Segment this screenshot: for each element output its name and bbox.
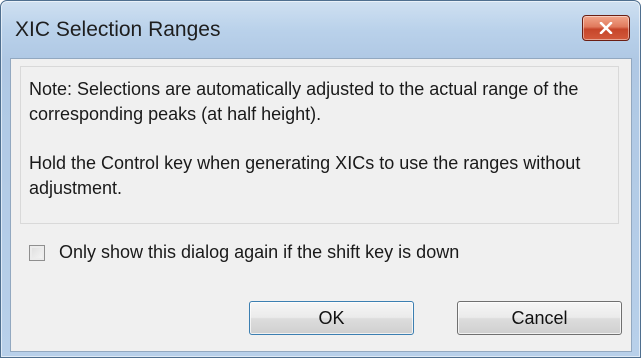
window-title: XIC Selection Ranges xyxy=(15,18,221,41)
dialog-content: Note: Selections are automatically adjus… xyxy=(10,58,632,352)
note-text-selections: Note: Selections are automatically adjus… xyxy=(29,79,579,124)
title-bar[interactable]: XIC Selection Ranges xyxy=(1,1,640,57)
shift-key-checkbox-label[interactable]: Only show this dialog again if the shift… xyxy=(59,242,459,263)
shift-key-option[interactable]: Only show this dialog again if the shift… xyxy=(29,242,459,263)
ok-button[interactable]: OK xyxy=(249,301,414,335)
close-icon xyxy=(599,22,613,34)
shift-key-checkbox[interactable] xyxy=(29,244,45,261)
note-text-control-key: Hold the Control key when generating XIC… xyxy=(29,153,581,198)
close-button[interactable] xyxy=(582,15,630,41)
cancel-button[interactable]: Cancel xyxy=(457,301,622,335)
note-panel: Note: Selections are automatically adjus… xyxy=(20,66,619,224)
dialog-window: XIC Selection Ranges Note: Selections ar… xyxy=(0,0,641,358)
